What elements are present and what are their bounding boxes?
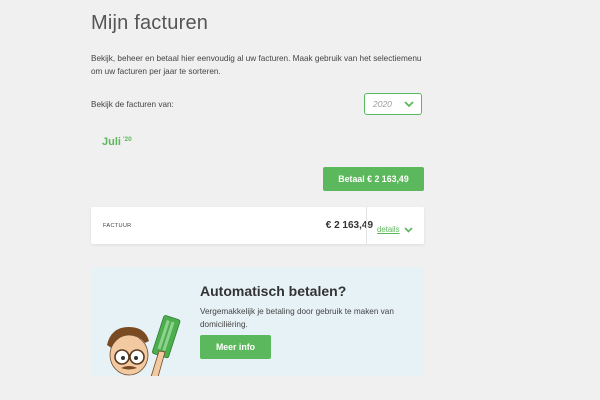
invoice-amount: € 2 163,49 (325, 220, 373, 231)
month-year: '20 (122, 136, 132, 143)
pay-button[interactable]: Betaal € 2 163,49 (323, 167, 424, 191)
promo-title: Automatisch betalen? (200, 283, 347, 299)
invoice-type: FACTUUR (103, 223, 132, 229)
autopay-promo: Automatisch betalen? Vergemakkelijk je b… (91, 267, 424, 376)
details-toggle[interactable]: details (377, 220, 413, 238)
invoice-row: FACTUUR € 2 163,49 details (91, 207, 424, 244)
year-select[interactable]: 2020 (364, 93, 422, 115)
month-heading: Juli '20 (102, 136, 132, 148)
intro-text: Bekijk, beheer en betaal hier eenvoudig … (91, 54, 422, 76)
more-info-button[interactable]: Meer info (200, 335, 271, 359)
invoice-divider (366, 207, 367, 244)
year-filter-label: Bekijk de facturen van: (91, 100, 174, 109)
chevron-down-icon (403, 220, 413, 238)
month-name: Juli (102, 136, 121, 148)
mascot-illustration (105, 315, 185, 376)
invoices-page: Mijn facturen Bekijk, beheer en betaal h… (0, 0, 600, 400)
promo-text: Vergemakkelijk je betaling door gebruik … (200, 307, 394, 329)
details-link[interactable]: details (377, 225, 400, 234)
page-title: Mijn facturen (91, 12, 209, 34)
year-select-value: 2020 (373, 99, 392, 109)
chevron-down-icon (404, 100, 414, 108)
